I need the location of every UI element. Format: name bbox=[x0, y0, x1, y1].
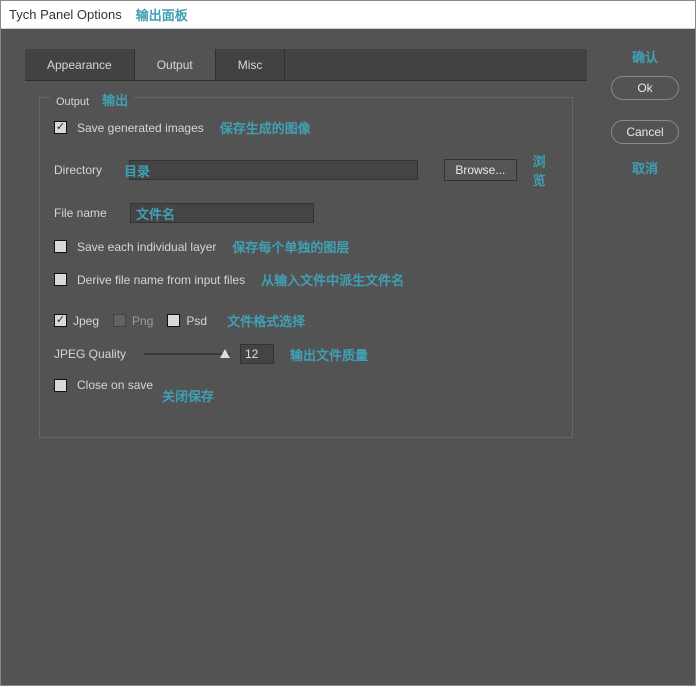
label-quality: JPEG Quality bbox=[54, 347, 134, 361]
tab-appearance[interactable]: Appearance bbox=[25, 49, 135, 80]
annot-close-on-save: 关闭保存 bbox=[162, 386, 558, 405]
tab-bar: Appearance Output Misc bbox=[25, 49, 587, 81]
cancel-button[interactable]: Cancel bbox=[611, 120, 679, 144]
format-psd: Psd bbox=[167, 314, 207, 328]
window-title-annotation: 输出面板 bbox=[136, 5, 188, 24]
titlebar: Tych Panel Options 输出面板 bbox=[1, 1, 695, 29]
row-save-generated: Save generated images 保存生成的图像 bbox=[54, 118, 558, 137]
quality-slider[interactable] bbox=[144, 347, 230, 361]
row-quality: JPEG Quality 输出文件质量 bbox=[54, 344, 558, 364]
label-directory: Directory bbox=[54, 163, 119, 177]
slider-thumb-icon[interactable] bbox=[220, 349, 230, 358]
label-filename: File name bbox=[54, 206, 120, 220]
row-directory: Directory 目录 Browse... 浏览 bbox=[54, 151, 558, 189]
browse-button[interactable]: Browse... bbox=[444, 159, 516, 181]
fieldset-legend: Output 输出 bbox=[50, 90, 134, 109]
window-title: Tych Panel Options bbox=[9, 7, 122, 22]
annot-formats: 文件格式选择 bbox=[227, 311, 305, 330]
ok-button[interactable]: Ok bbox=[611, 76, 679, 100]
output-panel: Output 输出 Save generated images 保存生成的图像 … bbox=[25, 81, 587, 454]
annot-browse: 浏览 bbox=[533, 151, 558, 189]
format-jpeg: Jpeg bbox=[54, 314, 99, 328]
legend-text: Output bbox=[56, 96, 89, 108]
row-save-each: Save each individual layer 保存每个单独的图层 bbox=[54, 237, 558, 256]
annot-directory: 目录 bbox=[124, 161, 150, 180]
checkbox-close-on-save[interactable] bbox=[54, 379, 67, 392]
annot-filename: 文件名 bbox=[136, 204, 175, 223]
annot-save-generated: 保存生成的图像 bbox=[220, 118, 311, 137]
input-quality[interactable] bbox=[240, 344, 274, 364]
main-area: Appearance Output Misc Output 输出 Save ge… bbox=[1, 29, 605, 685]
label-close-on-save: Close on save bbox=[77, 378, 153, 392]
tab-misc[interactable]: Misc bbox=[216, 49, 286, 80]
format-png: Png bbox=[113, 314, 153, 328]
tab-output[interactable]: Output bbox=[135, 49, 216, 80]
label-psd: Psd bbox=[186, 314, 207, 328]
label-save-each: Save each individual layer bbox=[77, 240, 216, 254]
label-png: Png bbox=[132, 314, 153, 328]
options-dialog: Tych Panel Options 输出面板 Appearance Outpu… bbox=[0, 0, 696, 686]
output-fieldset: Output 输出 Save generated images 保存生成的图像 … bbox=[39, 97, 573, 438]
annot-quality: 输出文件质量 bbox=[290, 345, 368, 364]
side-buttons: 确认 Ok Cancel 取消 bbox=[605, 29, 695, 685]
legend-annotation: 输出 bbox=[102, 93, 128, 108]
annot-save-each: 保存每个单独的图层 bbox=[232, 237, 349, 256]
row-derive: Derive file name from input files 从输入文件中… bbox=[54, 270, 558, 289]
annot-ok: 确认 bbox=[632, 47, 658, 66]
label-jpeg: Jpeg bbox=[73, 314, 99, 328]
label-save-generated: Save generated images bbox=[77, 121, 204, 135]
checkbox-derive[interactable] bbox=[54, 273, 67, 286]
input-directory[interactable] bbox=[129, 160, 419, 180]
quality-control bbox=[144, 344, 274, 364]
annot-cancel: 取消 bbox=[632, 158, 658, 177]
dialog-body: Appearance Output Misc Output 输出 Save ge… bbox=[1, 29, 695, 685]
label-derive: Derive file name from input files bbox=[77, 273, 245, 287]
row-filename: File name 文件名 bbox=[54, 203, 558, 223]
row-formats: Jpeg Png Psd 文件格式选择 bbox=[54, 311, 558, 330]
checkbox-save-each[interactable] bbox=[54, 240, 67, 253]
checkbox-jpeg[interactable] bbox=[54, 314, 67, 327]
slider-track bbox=[144, 353, 230, 355]
annot-derive: 从输入文件中派生文件名 bbox=[261, 270, 404, 289]
checkbox-save-generated[interactable] bbox=[54, 121, 67, 134]
checkbox-png[interactable] bbox=[113, 314, 126, 327]
checkbox-psd[interactable] bbox=[167, 314, 180, 327]
